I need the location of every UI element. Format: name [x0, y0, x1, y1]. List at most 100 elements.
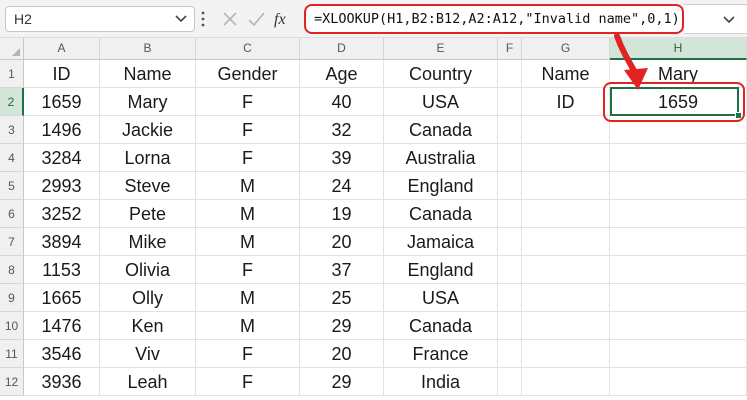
cell-f7[interactable] [498, 228, 522, 256]
cell-g3[interactable] [522, 116, 610, 144]
row-header-1[interactable]: 1 [0, 60, 24, 88]
cell-e6[interactable]: Canada [384, 200, 498, 228]
cell-d12[interactable]: 29 [300, 368, 384, 396]
cell-g6[interactable] [522, 200, 610, 228]
cell-c6[interactable]: M [196, 200, 300, 228]
cell-a1[interactable]: ID [24, 60, 100, 88]
function-icon[interactable]: fx [272, 8, 296, 30]
cell-b3[interactable]: Jackie [100, 116, 196, 144]
cell-d1[interactable]: Age [300, 60, 384, 88]
name-box[interactable]: H2 [5, 6, 195, 32]
cell-b11[interactable]: Viv [100, 340, 196, 368]
cell-e1[interactable]: Country [384, 60, 498, 88]
cell-f12[interactable] [498, 368, 522, 396]
cell-d5[interactable]: 24 [300, 172, 384, 200]
cell-c3[interactable]: F [196, 116, 300, 144]
cell-e11[interactable]: France [384, 340, 498, 368]
cell-f6[interactable] [498, 200, 522, 228]
cell-a5[interactable]: 2993 [24, 172, 100, 200]
cell-h11[interactable] [610, 340, 747, 368]
cell-f10[interactable] [498, 312, 522, 340]
cell-d8[interactable]: 37 [300, 256, 384, 284]
cell-a11[interactable]: 3546 [24, 340, 100, 368]
column-header-a[interactable]: A [24, 38, 100, 60]
row-header-7[interactable]: 7 [0, 228, 24, 256]
cell-a8[interactable]: 1153 [24, 256, 100, 284]
row-header-11[interactable]: 11 [0, 340, 24, 368]
cell-g2[interactable]: ID [522, 88, 610, 116]
cell-g4[interactable] [522, 144, 610, 172]
cell-c10[interactable]: M [196, 312, 300, 340]
chevron-down-icon[interactable] [174, 11, 188, 25]
more-vertical-icon[interactable] [199, 10, 207, 28]
cell-h4[interactable] [610, 144, 747, 172]
expand-icon[interactable] [722, 12, 736, 26]
row-header-10[interactable]: 10 [0, 312, 24, 340]
cell-b10[interactable]: Ken [100, 312, 196, 340]
cell-b7[interactable]: Mike [100, 228, 196, 256]
cell-c9[interactable]: M [196, 284, 300, 312]
cell-d6[interactable]: 19 [300, 200, 384, 228]
formula-input[interactable]: =XLOOKUP(H1,B2:B12,A2:A12,"Invalid name"… [304, 4, 684, 34]
cell-a12[interactable]: 3936 [24, 368, 100, 396]
row-header-4[interactable]: 4 [0, 144, 24, 172]
column-header-f[interactable]: F [498, 38, 522, 60]
row-header-6[interactable]: 6 [0, 200, 24, 228]
cell-e3[interactable]: Canada [384, 116, 498, 144]
cell-e12[interactable]: India [384, 368, 498, 396]
column-header-c[interactable]: C [196, 38, 300, 60]
cell-f1[interactable] [498, 60, 522, 88]
cell-g7[interactable] [522, 228, 610, 256]
cancel-icon[interactable] [220, 8, 240, 30]
cell-b6[interactable]: Pete [100, 200, 196, 228]
cell-e10[interactable]: Canada [384, 312, 498, 340]
cell-e7[interactable]: Jamaica [384, 228, 498, 256]
cell-b2[interactable]: Mary [100, 88, 196, 116]
cell-d10[interactable]: 29 [300, 312, 384, 340]
row-header-9[interactable]: 9 [0, 284, 24, 312]
column-header-b[interactable]: B [100, 38, 196, 60]
cell-g9[interactable] [522, 284, 610, 312]
cell-f2[interactable] [498, 88, 522, 116]
cell-e5[interactable]: England [384, 172, 498, 200]
cell-a2[interactable]: 1659 [24, 88, 100, 116]
cell-h7[interactable] [610, 228, 747, 256]
cell-g1[interactable]: Name [522, 60, 610, 88]
select-all-corner[interactable] [0, 38, 24, 60]
cell-h5[interactable] [610, 172, 747, 200]
cell-b1[interactable]: Name [100, 60, 196, 88]
cell-a10[interactable]: 1476 [24, 312, 100, 340]
row-header-5[interactable]: 5 [0, 172, 24, 200]
column-header-h[interactable]: H [610, 38, 747, 60]
cell-b9[interactable]: Olly [100, 284, 196, 312]
cell-d9[interactable]: 25 [300, 284, 384, 312]
cell-d7[interactable]: 20 [300, 228, 384, 256]
cell-g5[interactable] [522, 172, 610, 200]
cell-f11[interactable] [498, 340, 522, 368]
cell-e9[interactable]: USA [384, 284, 498, 312]
cell-g8[interactable] [522, 256, 610, 284]
cell-c2[interactable]: F [196, 88, 300, 116]
cell-e8[interactable]: England [384, 256, 498, 284]
cell-h8[interactable] [610, 256, 747, 284]
cell-g10[interactable] [522, 312, 610, 340]
cell-c12[interactable]: F [196, 368, 300, 396]
cell-c4[interactable]: F [196, 144, 300, 172]
cell-e4[interactable]: Australia [384, 144, 498, 172]
cell-d11[interactable]: 20 [300, 340, 384, 368]
cell-a6[interactable]: 3252 [24, 200, 100, 228]
column-header-d[interactable]: D [300, 38, 384, 60]
cell-e2[interactable]: USA [384, 88, 498, 116]
cell-h6[interactable] [610, 200, 747, 228]
cell-c11[interactable]: F [196, 340, 300, 368]
cell-c5[interactable]: M [196, 172, 300, 200]
cell-b4[interactable]: Lorna [100, 144, 196, 172]
cell-c8[interactable]: F [196, 256, 300, 284]
cell-a7[interactable]: 3894 [24, 228, 100, 256]
cell-g11[interactable] [522, 340, 610, 368]
cell-f5[interactable] [498, 172, 522, 200]
column-header-g[interactable]: G [522, 38, 610, 60]
cell-f9[interactable] [498, 284, 522, 312]
cell-d4[interactable]: 39 [300, 144, 384, 172]
cell-c7[interactable]: M [196, 228, 300, 256]
